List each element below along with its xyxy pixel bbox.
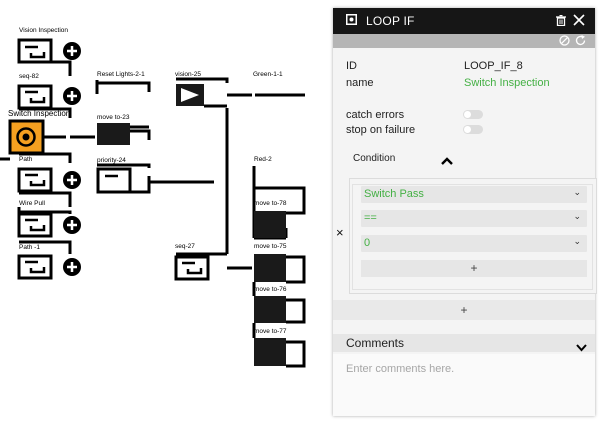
chevron-down-icon: ⌄ bbox=[573, 211, 581, 221]
node-move-to-76[interactable] bbox=[254, 296, 306, 324]
chevron-down-icon: ⌄ bbox=[573, 236, 581, 246]
label-move-to-78: move to-78 bbox=[254, 200, 287, 207]
comments-placeholder: Enter comments here. bbox=[346, 363, 455, 375]
id-value: LOOP_IF_8 bbox=[464, 60, 523, 72]
node-wire-pull[interactable] bbox=[17, 212, 81, 238]
add-condition-button[interactable]: + bbox=[361, 260, 587, 277]
reset-icon[interactable] bbox=[575, 34, 586, 50]
node-vision-inspection[interactable] bbox=[17, 38, 81, 64]
condition-value-value: 0 bbox=[364, 237, 371, 249]
node-priority-24[interactable] bbox=[96, 167, 151, 194]
panel-toolbar bbox=[333, 34, 595, 48]
node-seq-27[interactable] bbox=[174, 255, 210, 281]
remove-condition-button[interactable]: × bbox=[336, 225, 344, 240]
node-seq-82[interactable] bbox=[17, 84, 81, 110]
label-reset-lights: Reset Lights-2-1 bbox=[97, 71, 145, 78]
panel-title: LOOP IF bbox=[366, 14, 415, 28]
condition-operator-select[interactable]: == ⌄ bbox=[361, 210, 587, 227]
comments-header[interactable]: Comments bbox=[333, 334, 595, 352]
node-path-1[interactable] bbox=[17, 254, 81, 280]
add-condition-group-button[interactable]: + bbox=[333, 300, 595, 320]
node-path[interactable] bbox=[17, 167, 81, 193]
node-switch-inspection[interactable] bbox=[8, 119, 45, 155]
panel-header: LOOP IF bbox=[333, 8, 595, 34]
disable-icon[interactable] bbox=[559, 34, 570, 50]
loop-node-icon bbox=[346, 14, 357, 27]
chevron-up-icon[interactable] bbox=[441, 152, 453, 170]
label-path-1: Path -1 bbox=[19, 244, 40, 251]
label-vision-25: vision-25 bbox=[175, 71, 202, 78]
label-move-to-75: move to-75 bbox=[254, 243, 287, 250]
comments-textarea[interactable]: Enter comments here. bbox=[333, 354, 595, 416]
label-seq-27: seq-27 bbox=[175, 243, 195, 250]
properties-panel: LOOP IF ID LOOP_IF_8 name Switch Inspect… bbox=[333, 8, 597, 416]
node-move-to-75[interactable] bbox=[254, 254, 306, 284]
node-move-to-77[interactable] bbox=[254, 338, 306, 368]
label-switch-inspection: Switch Inspection bbox=[8, 109, 71, 118]
label-move-to-77: move to-77 bbox=[254, 328, 287, 335]
stop-on-failure-label: stop on failure bbox=[346, 124, 416, 136]
node-move-to-78[interactable] bbox=[254, 211, 286, 238]
condition-variable-value: Switch Pass bbox=[364, 188, 424, 200]
label-path: Path bbox=[19, 156, 33, 163]
condition-variable-select[interactable]: Switch Pass ⌄ bbox=[361, 186, 587, 203]
label-red-2: Red-2 bbox=[254, 156, 272, 163]
catch-errors-label: catch errors bbox=[346, 109, 405, 121]
trash-icon[interactable] bbox=[556, 15, 566, 28]
node-move-to-23[interactable] bbox=[97, 123, 149, 145]
node-vision-25[interactable] bbox=[176, 84, 227, 108]
name-label: name bbox=[346, 77, 374, 89]
stop-on-failure-toggle[interactable] bbox=[463, 125, 483, 134]
comments-label: Comments bbox=[346, 336, 405, 350]
label-wire-pull: Wire Pull bbox=[19, 200, 46, 207]
label-move-to-23: move to-23 bbox=[97, 114, 130, 121]
condition-label: Condition bbox=[353, 153, 396, 164]
close-icon[interactable] bbox=[573, 14, 585, 28]
id-label: ID bbox=[346, 60, 357, 72]
label-priority-24: priority-24 bbox=[97, 157, 126, 164]
label-green-1-1: Green-1-1 bbox=[253, 71, 283, 78]
catch-errors-toggle[interactable] bbox=[463, 110, 483, 119]
label-seq-82: seq-82 bbox=[19, 73, 39, 80]
label-move-to-76: move to-76 bbox=[254, 286, 287, 293]
condition-value-select[interactable]: 0 ⌄ bbox=[361, 235, 587, 252]
name-value[interactable]: Switch Inspection bbox=[464, 77, 550, 89]
chevron-down-icon: ⌄ bbox=[573, 187, 581, 197]
condition-operator-value: == bbox=[364, 212, 377, 224]
label-vision-inspection: Vision Inspection bbox=[19, 27, 69, 34]
